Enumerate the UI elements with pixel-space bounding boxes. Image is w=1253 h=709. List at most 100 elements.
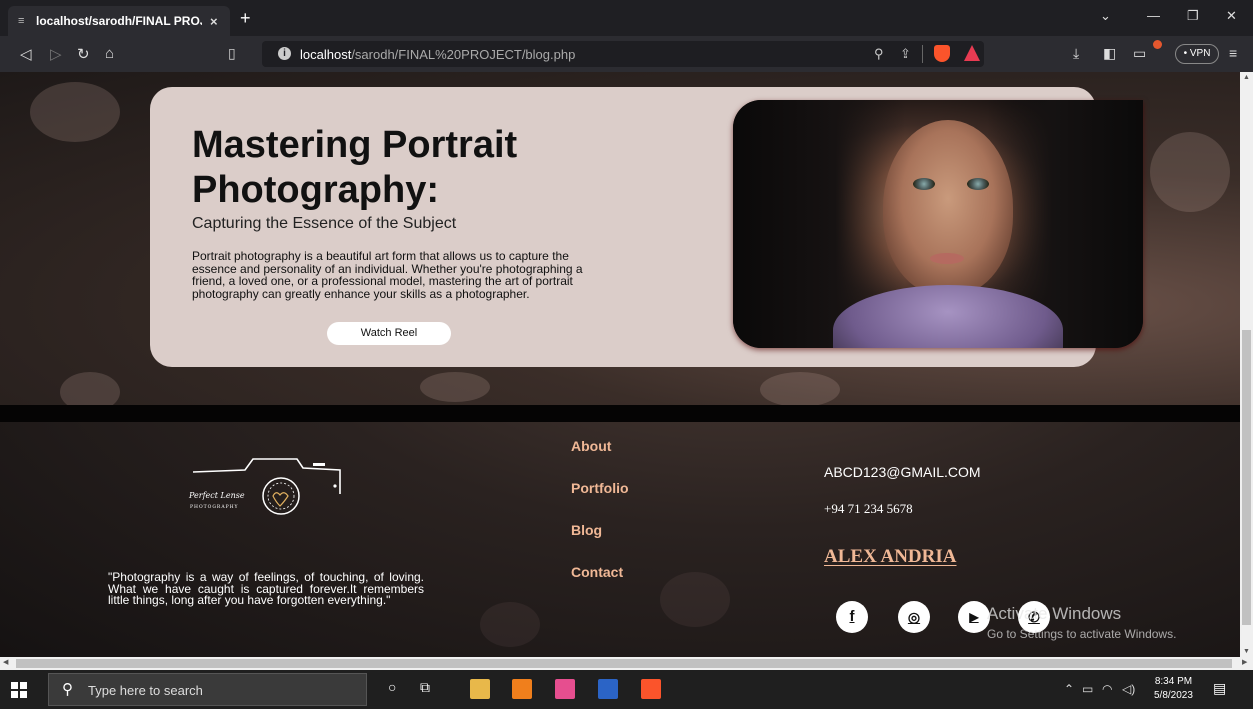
home-icon[interactable]: ⌂ bbox=[105, 45, 114, 62]
section-divider bbox=[0, 405, 1240, 422]
horizontal-scroll-thumb[interactable] bbox=[16, 659, 1232, 668]
menu-icon[interactable]: ≡ bbox=[1229, 45, 1237, 61]
windows-taskbar: ⚲ Type here to search ○ ⧉ ⌃ ▭ ◠ ◁) 8:34 … bbox=[0, 670, 1253, 709]
clock-date: 5/8/2023 bbox=[1154, 690, 1193, 701]
scroll-down-arrow-icon[interactable]: ▼ bbox=[1243, 648, 1250, 655]
brave-shields-icon[interactable] bbox=[934, 45, 950, 62]
blog-subtitle: Capturing the Essence of the Subject bbox=[192, 215, 457, 232]
new-tab-icon[interactable]: + bbox=[240, 8, 251, 29]
bokeh-light bbox=[420, 372, 490, 402]
address-divider bbox=[922, 45, 923, 63]
taskbar-search-box[interactable]: ⚲ Type here to search bbox=[48, 673, 367, 706]
url-path: /sarodh/FINAL%20PROJECT/blog.php bbox=[351, 47, 576, 62]
footer-link-blog[interactable]: Blog bbox=[571, 522, 629, 564]
photo-lips bbox=[930, 253, 964, 264]
scroll-up-arrow-icon[interactable]: ▲ bbox=[1243, 74, 1250, 81]
youtube-icon[interactable]: ▶ bbox=[958, 601, 990, 633]
logo-caption-text: PHOTOGRAPHY bbox=[190, 504, 239, 510]
reload-icon[interactable]: ↻ bbox=[77, 45, 90, 63]
horizontal-scrollbar[interactable]: ◀ ▶ bbox=[0, 657, 1253, 670]
footer-link-about[interactable]: About bbox=[571, 438, 629, 480]
app-icon[interactable] bbox=[555, 679, 575, 699]
tab-title: localhost/sarodh/FINAL PROJECT bbox=[36, 14, 202, 28]
windows-start-icon[interactable] bbox=[11, 682, 27, 698]
tab-close-icon[interactable]: × bbox=[210, 14, 218, 29]
browser-tab-bar: ≡ localhost/sarodh/FINAL PROJECT × + ⌄ —… bbox=[0, 0, 1253, 36]
portrait-photo bbox=[733, 100, 1143, 348]
activate-windows-subtitle: Go to Settings to activate Windows. bbox=[987, 627, 1177, 641]
share-icon[interactable]: ⇪ bbox=[900, 46, 911, 62]
footer-link-portfolio[interactable]: Portfolio bbox=[571, 480, 629, 522]
wallet-badge bbox=[1153, 40, 1162, 49]
browser-tab[interactable]: ≡ localhost/sarodh/FINAL PROJECT × bbox=[8, 6, 230, 36]
minimize-icon[interactable]: — bbox=[1147, 8, 1160, 23]
facebook-icon[interactable]: f bbox=[836, 601, 868, 633]
camera-logo-icon[interactable]: Perfect Lense PHOTOGRAPHY bbox=[185, 454, 345, 526]
wifi-icon[interactable]: ◠ bbox=[1102, 682, 1112, 696]
brave-browser-icon[interactable] bbox=[641, 679, 661, 699]
forward-icon[interactable]: ▷ bbox=[50, 45, 62, 63]
logo-script-text: Perfect Lense bbox=[188, 491, 245, 500]
footer-nav: About Portfolio Blog Contact bbox=[571, 438, 629, 606]
start-tile bbox=[11, 682, 18, 689]
blog-title: Mastering Portrait Photography: bbox=[192, 124, 518, 211]
activate-windows-title: Activate Windows bbox=[987, 604, 1122, 623]
url-host: localhost bbox=[300, 47, 352, 62]
search-placeholder: Type here to search bbox=[88, 683, 203, 698]
footer-link-contact[interactable]: Contact bbox=[571, 564, 629, 606]
vpn-button[interactable]: • VPN bbox=[1175, 44, 1219, 64]
photo-left-eye bbox=[913, 178, 935, 190]
wallet-icon[interactable]: ▭ bbox=[1133, 45, 1146, 62]
restore-icon[interactable]: ❐ bbox=[1187, 8, 1199, 24]
start-tile bbox=[20, 691, 27, 698]
bokeh-light bbox=[480, 602, 540, 647]
download-icon[interactable]: ⤓ bbox=[1073, 45, 1079, 62]
contact-email[interactable]: ABCD123@GMAIL.COM bbox=[824, 464, 981, 480]
watch-reel-button[interactable]: Watch Reel bbox=[327, 322, 451, 345]
task-view-icon[interactable]: ⧉ bbox=[420, 679, 430, 696]
site-info-icon[interactable]: i bbox=[278, 47, 291, 60]
footer-quote: "Photography is a way of feelings, of to… bbox=[108, 570, 424, 607]
photo-right-eye bbox=[967, 178, 989, 190]
site-footer: Perfect Lense PHOTOGRAPHY "Photography i… bbox=[0, 422, 1240, 657]
bokeh-light bbox=[660, 572, 730, 627]
tab-list-chevron-icon[interactable]: ⌄ bbox=[1100, 8, 1111, 24]
taskbar-clock[interactable]: 8:34 PM 5/8/2023 bbox=[1154, 675, 1193, 703]
contact-phone: +94 71 234 5678 bbox=[824, 501, 913, 516]
battery-icon[interactable]: ▭ bbox=[1082, 682, 1093, 696]
notification-icon[interactable]: ▤ bbox=[1213, 680, 1226, 697]
scroll-right-arrow-icon[interactable]: ▶ bbox=[1242, 658, 1247, 666]
bookmark-icon[interactable]: ▯ bbox=[228, 45, 236, 62]
photo-face bbox=[883, 120, 1013, 295]
search-icon: ⚲ bbox=[62, 681, 73, 698]
bokeh-light bbox=[1150, 132, 1230, 212]
scroll-left-arrow-icon[interactable]: ◀ bbox=[3, 658, 8, 666]
url-text: localhost/sarodh/FINAL%20PROJECT/blog.ph… bbox=[300, 47, 575, 62]
vertical-scrollbar[interactable]: ▲ ▼ bbox=[1240, 72, 1253, 657]
clock-time: 8:34 PM bbox=[1154, 676, 1193, 687]
contact-name: ALEX ANDRIA bbox=[824, 546, 957, 567]
blog-intro-paragraph: Portrait photography is a beautiful art … bbox=[192, 249, 583, 301]
file-explorer-icon[interactable] bbox=[470, 679, 490, 699]
bokeh-light bbox=[760, 372, 840, 407]
brave-rewards-icon[interactable] bbox=[964, 45, 980, 61]
cortana-icon[interactable]: ○ bbox=[388, 679, 396, 695]
sidebar-icon[interactable]: ◧ bbox=[1103, 45, 1116, 62]
close-window-icon[interactable]: ✕ bbox=[1226, 8, 1237, 24]
page-favicon-icon: ≡ bbox=[18, 15, 25, 27]
bokeh-light bbox=[30, 82, 120, 142]
vertical-scroll-thumb[interactable] bbox=[1242, 330, 1251, 625]
zoom-icon[interactable]: ⚲ bbox=[874, 46, 884, 62]
address-bar[interactable]: i localhost/sarodh/FINAL%20PROJECT/blog.… bbox=[262, 41, 984, 67]
start-tile bbox=[11, 691, 18, 698]
word-icon[interactable] bbox=[598, 679, 618, 699]
sublime-text-icon[interactable] bbox=[512, 679, 532, 699]
back-icon[interactable]: ◁ bbox=[20, 45, 32, 63]
browser-toolbar: ◁ ▷ ↻ ⌂ ▯ i localhost/sarodh/FINAL%20PRO… bbox=[0, 36, 1253, 72]
volume-icon[interactable]: ◁) bbox=[1122, 682, 1135, 696]
start-tile bbox=[20, 682, 27, 689]
tray-overflow-icon[interactable]: ⌃ bbox=[1064, 682, 1074, 696]
web-page: Mastering Portrait Photography: Capturin… bbox=[0, 72, 1240, 657]
hero-section: Mastering Portrait Photography: Capturin… bbox=[0, 72, 1240, 412]
instagram-icon[interactable]: ◎ bbox=[898, 601, 930, 633]
